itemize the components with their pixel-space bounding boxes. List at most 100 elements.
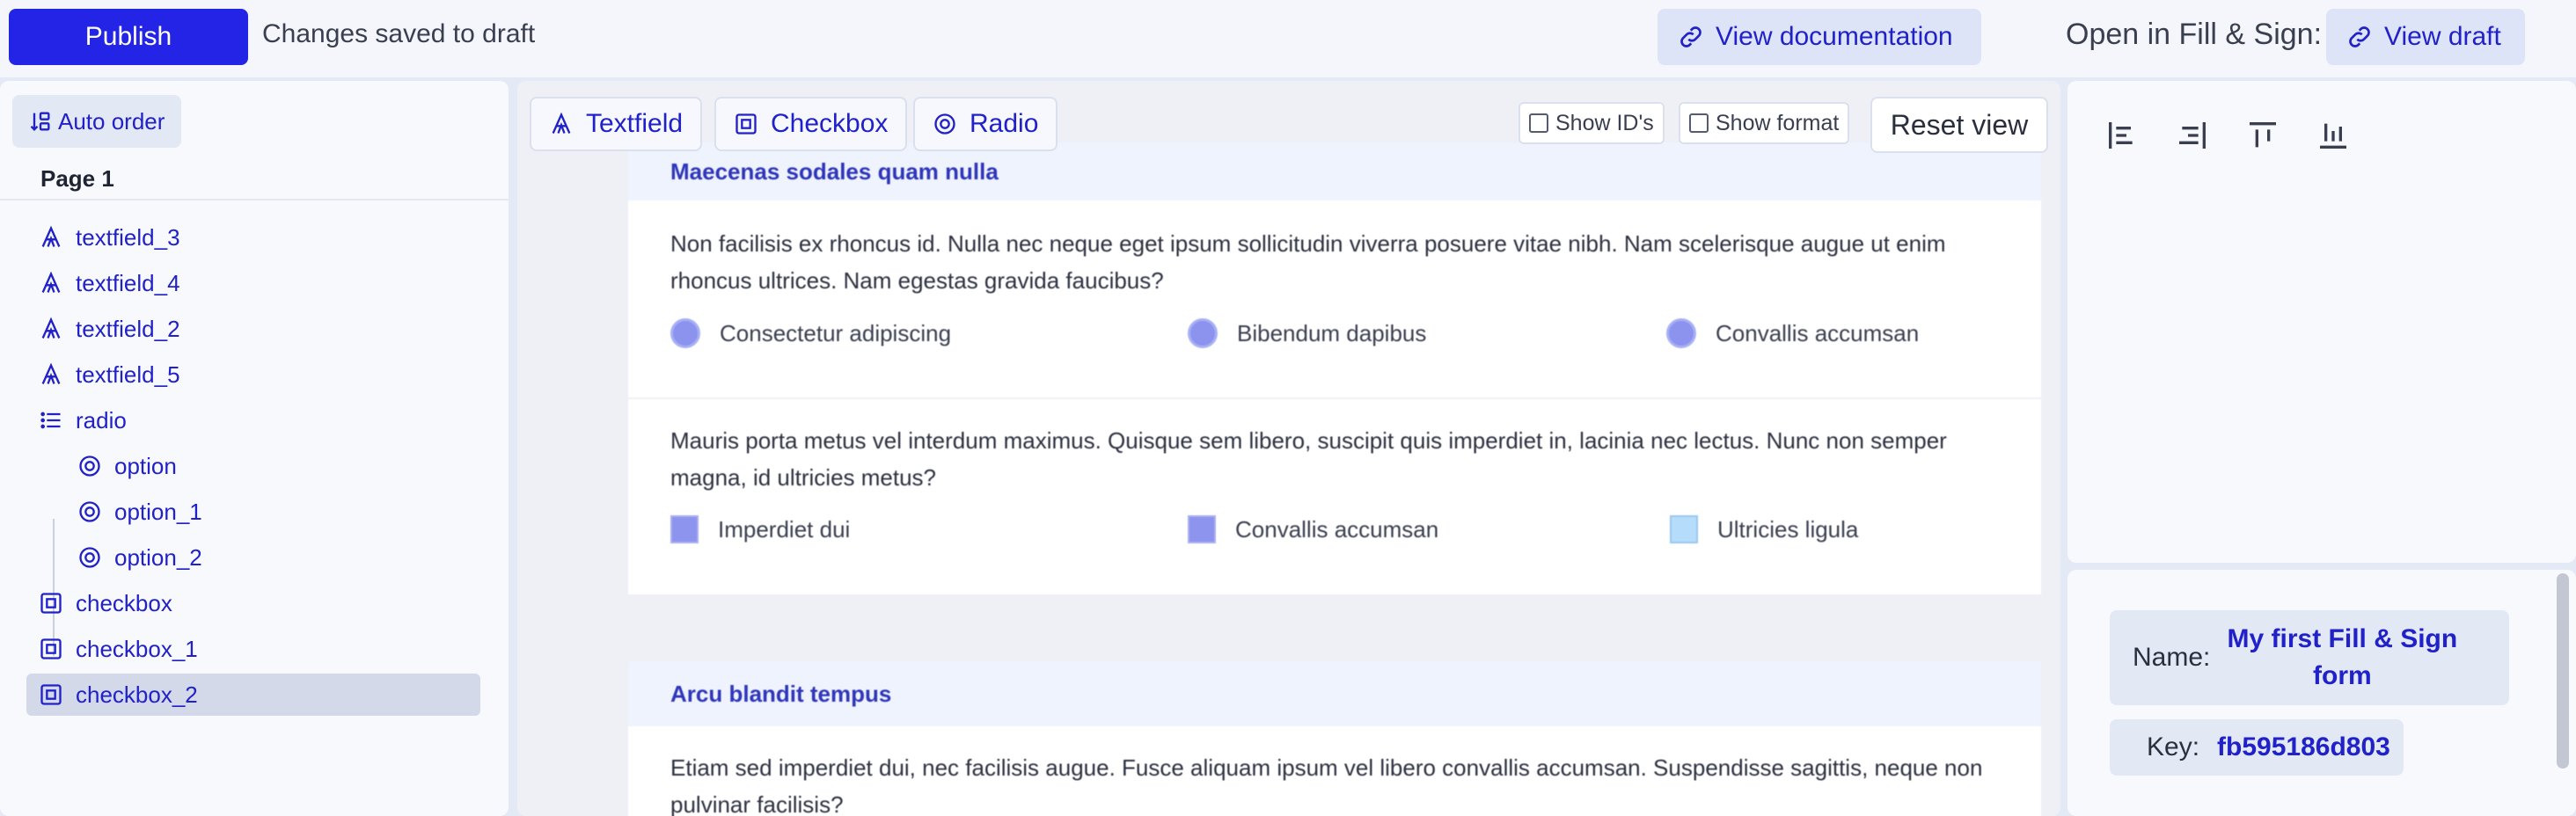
divider: [0, 199, 509, 200]
form-canvas: Maecenas sodales quam nulla Non facilisi…: [517, 81, 2060, 816]
checkbox-icon: [40, 593, 62, 614]
key-value: fb595186d803: [2217, 732, 2390, 761]
radio-option[interactable]: Consectetur adipiscing: [670, 318, 951, 348]
radio-button-icon: [670, 318, 700, 348]
tree-item-label: checkbox: [76, 589, 172, 616]
field-tree-panel: Auto order Page 1 textfield_3 textfield_…: [0, 81, 509, 816]
tree-item-textfield-2[interactable]: textfield_2: [39, 308, 180, 350]
tree-item-label: checkbox_1: [76, 635, 198, 662]
tree-item-label: textfield_5: [76, 361, 180, 388]
page-label: Page 1: [40, 165, 114, 192]
section-title: Arcu blandit tempus: [628, 661, 2041, 726]
name-label: Name:: [2133, 643, 2211, 672]
form-preview: Maecenas sodales quam nulla Non facilisi…: [628, 142, 2041, 816]
question-text: Etiam sed imperdiet dui, nec facilisis a…: [670, 754, 1983, 816]
view-draft-label: View draft: [2384, 22, 2501, 51]
question-text: Mauris porta metus vel interdum maximus.…: [670, 427, 1947, 491]
radio-icon: [79, 455, 100, 477]
option-label: Consectetur adipiscing: [720, 319, 952, 346]
divider: [628, 397, 2041, 399]
tree-item-label: textfield_4: [76, 269, 180, 296]
checkbox-option[interactable]: Imperdiet dui: [670, 515, 850, 543]
tree-item-textfield-4[interactable]: textfield_4: [39, 262, 180, 304]
radio-icon: [79, 501, 100, 522]
add-textfield-button[interactable]: Textfield: [530, 97, 703, 151]
checkbox-icon: [40, 684, 62, 705]
checkbox-option[interactable]: Convallis accumsan: [1188, 515, 1438, 543]
show-ids-label: Show ID's: [1555, 110, 1654, 135]
view-documentation-button[interactable]: View documentation: [1658, 9, 1981, 65]
key-label: Key:: [2147, 732, 2200, 761]
show-format-checkbox[interactable]: [1689, 113, 1709, 133]
tree-item-textfield-3[interactable]: textfield_3: [39, 216, 180, 259]
checkbox-icon: [735, 113, 757, 135]
show-format-toggle[interactable]: Show format: [1679, 102, 1850, 144]
view-documentation-label: View documentation: [1716, 22, 1953, 51]
reset-view-button[interactable]: Reset view: [1870, 97, 2048, 153]
publish-button[interactable]: Publish: [9, 9, 248, 65]
tree-item-option-1[interactable]: option_1: [77, 491, 202, 533]
list-icon: [40, 412, 61, 429]
question-text: Non facilisis ex rhoncus id. Nulla nec n…: [670, 230, 1946, 294]
alignment-panel: [2067, 81, 2576, 563]
checkbox-square-icon: [670, 515, 699, 543]
align-left-icon[interactable]: [2104, 118, 2140, 153]
textfield-icon: [41, 271, 61, 293]
tree-item-label: option_1: [114, 498, 202, 525]
auto-order-button[interactable]: Auto order: [12, 95, 181, 148]
option-label: Convallis accumsan: [1716, 319, 1920, 346]
checkbox-label: Checkbox: [771, 109, 889, 138]
textfield-label: Textfield: [586, 109, 684, 138]
option-label: Imperdiet dui: [718, 515, 851, 543]
textfield-icon: [41, 317, 61, 339]
radio-label: Radio: [970, 109, 1039, 138]
name-value: My first Fill & Sign form: [2227, 624, 2458, 690]
add-radio-button[interactable]: Radio: [913, 97, 1058, 151]
textfield-icon: [41, 362, 61, 384]
option-label: Convallis accumsan: [1235, 515, 1439, 543]
tree-item-checkbox-1[interactable]: checkbox_1: [39, 628, 198, 670]
tree-item-textfield-5[interactable]: textfield_5: [39, 353, 180, 396]
align-right-icon[interactable]: [2175, 118, 2210, 153]
option-label: Ultricies ligula: [1717, 515, 1859, 543]
save-status: Changes saved to draft: [262, 19, 536, 48]
option-label: Bibendum dapibus: [1237, 319, 1427, 346]
tree-item-option-2[interactable]: option_2: [77, 536, 202, 579]
tree-item-label: textfield_3: [76, 223, 180, 251]
tree-item-label: option: [114, 452, 177, 479]
form-key-field[interactable]: Key: fb595186d803: [2110, 719, 2404, 776]
radio-option[interactable]: Bibendum dapibus: [1188, 318, 1426, 348]
view-draft-button[interactable]: View draft: [2326, 9, 2525, 65]
radio-button-icon: [1666, 318, 1696, 348]
tree-item-radio[interactable]: radio: [39, 399, 127, 441]
form-name-field[interactable]: Name: My first Fill & Sign form: [2110, 610, 2509, 705]
add-checkbox-button[interactable]: Checkbox: [714, 97, 908, 151]
show-format-label: Show format: [1716, 110, 1840, 135]
show-ids-toggle[interactable]: Show ID's: [1519, 102, 1665, 144]
tree-item-checkbox[interactable]: checkbox: [39, 582, 172, 624]
checkbox-square-icon: [1670, 515, 1698, 543]
radio-icon: [934, 113, 955, 135]
checkbox-square-icon: [1188, 515, 1216, 543]
textfield-icon: [552, 112, 571, 134]
tree-item-option[interactable]: option: [77, 445, 177, 487]
sort-icon: [30, 112, 50, 131]
align-top-icon[interactable]: [2245, 118, 2280, 153]
radio-option[interactable]: Convallis accumsan: [1666, 318, 1919, 348]
tree-item-checkbox-2[interactable]: checkbox_2: [26, 674, 480, 716]
tree-item-label: textfield_2: [76, 315, 180, 342]
link-icon: [2349, 26, 2370, 47]
properties-panel: Name: My first Fill & Sign form Key: fb5…: [2067, 570, 2576, 816]
textfield-icon: [41, 225, 61, 247]
form-section: Maecenas sodales quam nulla Non facilisi…: [628, 142, 2041, 594]
checkbox-icon: [40, 638, 62, 659]
align-bottom-icon[interactable]: [2316, 118, 2351, 153]
tree-item-label: option_2: [114, 543, 202, 571]
auto-order-label: Auto order: [58, 107, 165, 135]
checkbox-option[interactable]: Ultricies ligula: [1670, 515, 1858, 543]
radio-icon: [79, 547, 100, 568]
top-bar: Publish Changes saved to draft View docu…: [0, 0, 2576, 77]
open-in-label: Open in Fill & Sign:: [2066, 18, 2323, 51]
show-ids-checkbox[interactable]: [1529, 113, 1548, 133]
properties-scrollbar[interactable]: [2557, 573, 2569, 769]
